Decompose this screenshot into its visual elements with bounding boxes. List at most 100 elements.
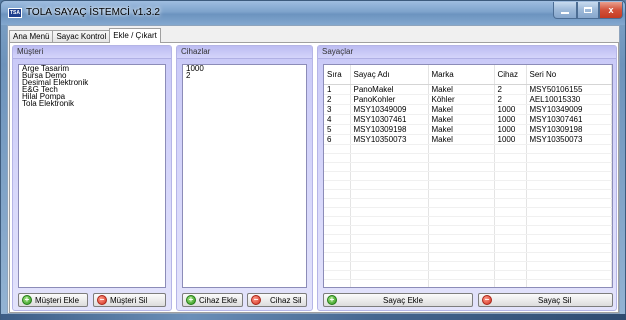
table-row[interactable]: 6 MSY10350073 Makel 1000 MSY10350073 <box>324 134 612 145</box>
sayac-ekle-label: Sayaç Ekle <box>383 295 424 305</box>
table-row[interactable]: 1 PanoMakel Makel 2 MSY50106155 <box>324 84 612 95</box>
plus-circle-icon: + <box>22 295 32 305</box>
empty-cell <box>428 261 495 271</box>
table-cell: 2 <box>494 84 527 95</box>
sayaclar-table-body: 1 PanoMakel Makel 2 MSY50106155 2 PanoKohler Kö… <box>324 84 612 287</box>
maximize-button[interactable] <box>577 2 599 19</box>
empty-row <box>324 207 612 217</box>
table-row[interactable]: 5 MSY10309198 Makel 1000 MSY10309198 <box>324 124 612 135</box>
musteri-sil-button[interactable]: − Müşteri Sil <box>93 293 166 307</box>
empty-cell <box>526 234 612 244</box>
empty-row <box>324 234 612 244</box>
empty-cell <box>526 189 612 199</box>
table-cell: MSY10349009 <box>526 104 612 115</box>
tab-ekle-cikart[interactable]: Ekle / Çıkart <box>109 28 161 43</box>
column-header-cihaz[interactable]: Cihaz <box>494 65 527 85</box>
cihaz-sil-label: Cihaz Sil <box>270 295 302 305</box>
column-header-marka[interactable]: Marka <box>428 65 495 85</box>
empty-cell <box>324 279 351 287</box>
empty-cell <box>526 171 612 181</box>
cihaz-ekle-button[interactable]: + Cihaz Ekle <box>182 293 243 307</box>
empty-cell <box>428 162 495 172</box>
empty-cell <box>350 162 429 172</box>
list-item[interactable]: 1000 <box>183 65 306 73</box>
empty-row <box>324 279 612 287</box>
empty-row <box>324 252 612 262</box>
table-cell: 3 <box>324 104 351 115</box>
sayac-sil-button[interactable]: − Sayaç Sil <box>478 293 613 307</box>
empty-cell <box>494 144 527 154</box>
close-button[interactable]: x <box>599 2 623 19</box>
table-row[interactable]: 3 MSY10349009 Makel 1000 MSY10349009 <box>324 104 612 115</box>
sayac-ekle-button[interactable]: + Sayaç Ekle <box>323 293 473 307</box>
column-header-sayac-adi[interactable]: Sayaç Adı <box>350 65 429 85</box>
musteri-sil-label: Müşteri Sil <box>110 295 148 305</box>
table-cell: Makel <box>428 114 495 125</box>
column-header-seri-no[interactable]: Seri No <box>526 65 612 85</box>
taskbar-strip <box>1 314 626 320</box>
app-window: TSA TOLA SAYAÇ İSTEMCİ v1.3.2 x Ana Menü… <box>0 0 626 320</box>
minimize-button[interactable] <box>553 2 577 19</box>
empty-cell <box>428 225 495 235</box>
empty-cell <box>428 180 495 190</box>
empty-cell <box>324 234 351 244</box>
sayaclar-grid[interactable]: Sıra Sayaç Adı Marka Cihaz Seri No 1 Pano… <box>323 64 613 288</box>
title-bar[interactable]: TSA TOLA SAYAÇ İSTEMCİ v1.3.2 x <box>1 1 625 25</box>
cihazlar-listbox[interactable]: 1000 2 <box>182 64 307 288</box>
table-cell: 4 <box>324 114 351 125</box>
empty-cell <box>350 270 429 280</box>
empty-cell <box>350 252 429 262</box>
empty-row <box>324 144 612 154</box>
empty-cell <box>494 261 527 271</box>
column-header-sira[interactable]: Sıra <box>324 65 351 85</box>
cihaz-sil-button[interactable]: − Cihaz Sil <box>247 293 307 307</box>
empty-row <box>324 180 612 190</box>
table-cell: MSY10307461 <box>526 114 612 125</box>
client-area: Ana Menü Sayac Kontrol Ekle / Çıkart Müş… <box>7 25 620 314</box>
table-cell: MSY10349009 <box>350 104 429 115</box>
empty-cell <box>428 234 495 244</box>
empty-cell <box>350 279 429 287</box>
table-cell: 2 <box>324 94 351 105</box>
table-cell: PanoMakel <box>350 84 429 95</box>
musteri-group: Müşteri Arge Tasarim Bursa Demo Desimal … <box>12 45 172 311</box>
sayaclar-table: Sıra Sayaç Adı Marka Cihaz Seri No 1 Pano… <box>324 65 612 287</box>
empty-cell <box>324 252 351 262</box>
empty-cell <box>526 180 612 190</box>
musteri-ekle-button[interactable]: + Müşteri Ekle <box>18 293 88 307</box>
minus-circle-icon: − <box>482 295 492 305</box>
cihaz-ekle-label: Cihaz Ekle <box>199 295 238 305</box>
list-item[interactable]: Tola Elektronik <box>19 100 165 108</box>
empty-row <box>324 171 612 181</box>
empty-cell <box>494 171 527 181</box>
empty-cell <box>350 234 429 244</box>
empty-cell <box>324 162 351 172</box>
empty-cell <box>350 261 429 271</box>
table-cell: 1000 <box>494 134 527 145</box>
empty-row <box>324 153 612 163</box>
empty-cell <box>324 225 351 235</box>
musteri-ekle-label: Müşteri Ekle <box>35 295 80 305</box>
table-row[interactable]: 2 PanoKohler Köhler 2 AEL10015330 <box>324 94 612 105</box>
empty-cell <box>350 243 429 253</box>
empty-row <box>324 216 612 226</box>
musteri-listbox[interactable]: Arge Tasarim Bursa Demo Desimal Elektron… <box>18 64 166 288</box>
empty-cell <box>324 144 351 154</box>
empty-cell <box>324 171 351 181</box>
empty-cell <box>494 162 527 172</box>
empty-cell <box>350 144 429 154</box>
table-row[interactable]: 4 MSY10307461 Makel 1000 MSY10307461 <box>324 114 612 125</box>
empty-cell <box>428 279 495 287</box>
empty-row <box>324 189 612 199</box>
empty-cell <box>428 270 495 280</box>
tab-page-ekle-cikart: Müşteri Arge Tasarim Bursa Demo Desimal … <box>9 42 619 313</box>
close-icon: x <box>608 5 614 15</box>
empty-cell <box>428 243 495 253</box>
empty-cell <box>324 189 351 199</box>
table-cell: 5 <box>324 124 351 135</box>
list-item[interactable]: 2 <box>183 72 306 80</box>
minus-circle-icon: − <box>97 295 107 305</box>
empty-cell <box>526 261 612 271</box>
empty-row <box>324 198 612 208</box>
plus-circle-icon: + <box>186 295 196 305</box>
